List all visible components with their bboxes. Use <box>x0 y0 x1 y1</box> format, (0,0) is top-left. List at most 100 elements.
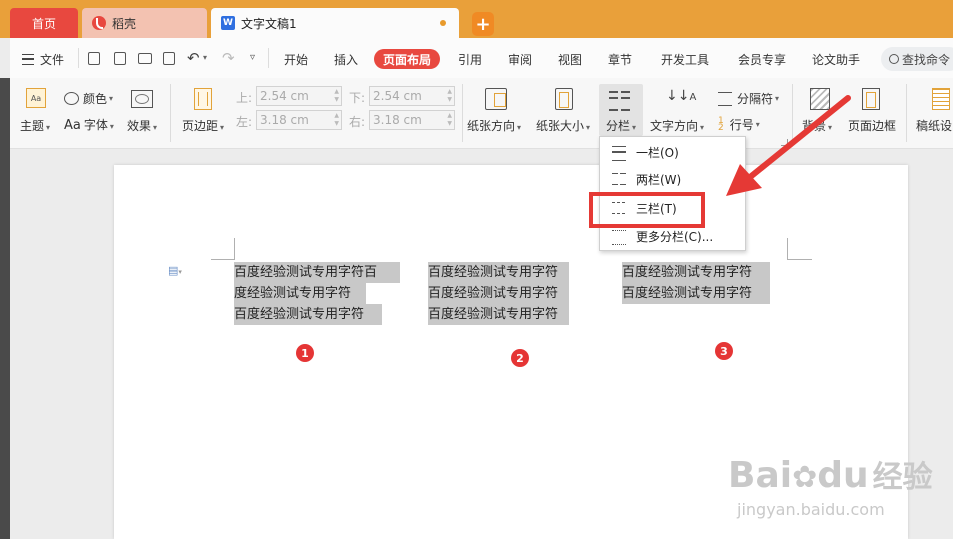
column-2[interactable]: 百度经验测试专用字符 百度经验测试专用字符 百度经验测试专用字符 <box>428 262 569 325</box>
columns-two-label: 两栏(W) <box>636 173 682 187</box>
right-margin-field[interactable]: 3.18 cm ▲ ▼ <box>369 110 455 130</box>
tab-home[interactable]: 首页 <box>10 8 78 38</box>
paper-size-label: 纸张大小 <box>536 119 585 133</box>
margin-caret-icon: ▾ <box>220 123 225 132</box>
tab-home-label: 首页 <box>31 16 56 31</box>
menu-chapter[interactable]: 章节 <box>608 51 632 68</box>
save-icon[interactable] <box>88 52 100 65</box>
menu-home[interactable]: 开始 <box>284 51 308 68</box>
export-pdf-icon[interactable] <box>114 52 126 65</box>
new-tab-button[interactable]: + <box>472 12 494 36</box>
columns-label-wrap: 分栏 ▾ <box>606 117 636 134</box>
margin-mark-tr-v <box>787 238 788 260</box>
undo-dropdown-icon[interactable]: ▾ <box>203 53 207 62</box>
left-margin-value: 3.18 cm <box>260 113 309 127</box>
margin-label: 页边距 <box>182 119 219 133</box>
left-margin-spinner[interactable]: ▲ ▼ <box>334 112 339 128</box>
bottom-margin-label: 下: <box>349 91 366 105</box>
tab-daoke[interactable]: 稻壳 <box>82 8 207 38</box>
left-margin-field[interactable]: 3.18 cm ▲ ▼ <box>256 110 342 130</box>
font-button[interactable]: Aa 字体 ▾ <box>64 116 114 133</box>
menu-insert[interactable]: 插入 <box>334 51 358 68</box>
columns-caret-icon: ▾ <box>632 123 637 132</box>
paw-icon: ✿ <box>792 460 818 495</box>
one-column-icon <box>612 146 626 161</box>
watermark-logo: Bai✿du 经验 <box>728 452 933 496</box>
customize-toolbar-icon[interactable]: ▿ <box>250 52 255 63</box>
orientation-caret-icon: ▾ <box>517 123 522 132</box>
text-line: 百度经验测试专用字符 <box>234 304 382 325</box>
page-border-icon[interactable] <box>862 88 880 110</box>
margin-mark-tr-h <box>788 259 812 260</box>
column-3[interactable]: 百度经验测试专用字符 百度经验测试专用字符 <box>622 262 770 304</box>
unsaved-dot-icon <box>440 20 446 26</box>
daoke-logo-icon <box>92 16 106 30</box>
text-direction-icon[interactable]: ↓↓A <box>666 88 696 104</box>
color-caret-icon: ▾ <box>109 94 114 103</box>
text-line: 百度经验测试专用字符 <box>428 262 569 283</box>
top-margin-field[interactable]: 2.54 cm ▲ ▼ <box>256 86 342 106</box>
color-label: 颜色 <box>83 92 108 106</box>
print-preview-icon[interactable] <box>163 52 175 65</box>
menu-developer[interactable]: 开发工具 <box>661 51 709 68</box>
color-button[interactable]: 颜色 ▾ <box>64 90 113 107</box>
left-margin-label: 左: <box>236 115 253 129</box>
text-line: 百度经验测试专用字符百 <box>234 262 400 283</box>
theme-button[interactable]: 主题 ▾ <box>20 117 50 134</box>
menu-review[interactable]: 审阅 <box>508 51 532 68</box>
menu-references[interactable]: 引用 <box>458 51 482 68</box>
right-margin-spinner[interactable]: ▲ ▼ <box>447 112 452 128</box>
menu-member[interactable]: 会员专享 <box>738 51 786 68</box>
text-line: 百度经验测试专用字符 <box>428 304 569 325</box>
print-icon[interactable] <box>138 53 152 64</box>
text-direction-caret-icon: ▾ <box>700 123 705 132</box>
window-edge <box>0 78 10 539</box>
file-menu-label: 文件 <box>40 53 65 67</box>
manuscript-icon[interactable] <box>932 88 950 110</box>
font-label: 字体 <box>83 118 108 132</box>
theme-icon[interactable]: Aa <box>26 88 46 108</box>
effect-icon[interactable] <box>131 90 153 108</box>
tab-document[interactable]: W 文字文稿1 <box>211 8 459 38</box>
menu-divider <box>78 48 79 68</box>
paper-size-icon[interactable] <box>555 88 573 110</box>
file-menu[interactable]: 文件 <box>22 51 64 68</box>
ribbon-divider-4 <box>906 84 907 142</box>
bottom-margin-field[interactable]: 2.54 cm ▲ ▼ <box>369 86 455 106</box>
top-margin-spinner[interactable]: ▲ ▼ <box>334 88 339 104</box>
bottom-margin-spinner[interactable]: ▲ ▼ <box>447 88 452 104</box>
menu-page-layout[interactable]: 页面布局 <box>374 49 440 69</box>
menu-view[interactable]: 视图 <box>558 51 582 68</box>
undo-icon[interactable]: ↶ <box>187 49 200 67</box>
menu-paper-assistant[interactable]: 论文助手 <box>812 51 860 68</box>
column-1[interactable]: 百度经验测试专用字符百 度经验测试专用字符 百度经验测试专用字符 <box>234 262 400 325</box>
right-margin-label: 右: <box>349 115 366 129</box>
bottom-margin-value: 2.54 cm <box>373 89 422 103</box>
watermark-cn: 经验 <box>872 460 933 495</box>
orientation-label: 纸张方向 <box>467 119 516 133</box>
effect-button[interactable]: 效果 ▾ <box>127 117 157 134</box>
top-margin-value: 2.54 cm <box>260 89 309 103</box>
orientation-icon[interactable] <box>485 88 507 110</box>
ribbon-divider-2 <box>462 84 463 142</box>
annotation-badge-1: 1 <box>296 344 314 362</box>
effect-label: 效果 <box>127 119 152 133</box>
command-search-label: 查找命令 <box>902 52 951 67</box>
new-tab-plus: + <box>475 13 491 35</box>
manuscript-button[interactable]: 稿纸设 <box>916 117 952 134</box>
redo-icon[interactable]: ↷ <box>222 49 235 67</box>
orientation-button[interactable]: 纸张方向 ▾ <box>467 117 521 134</box>
annotation-arrow <box>726 95 851 196</box>
tab-document-label: 文字文稿1 <box>241 16 297 31</box>
text-direction-label: 文字方向 <box>650 119 699 133</box>
arrow-shaft <box>741 95 851 185</box>
text-direction-button[interactable]: 文字方向 ▾ <box>650 117 704 134</box>
paper-size-button[interactable]: 纸张大小 ▾ <box>536 117 590 134</box>
paragraph-handle-icon[interactable]: ▤▾ <box>168 264 182 277</box>
command-search[interactable]: 查找命令 <box>881 47 953 71</box>
top-margin-label: 上: <box>236 91 253 105</box>
margin-button[interactable]: 页边距 ▾ <box>182 117 224 134</box>
effect-caret-icon: ▾ <box>153 123 158 132</box>
tab-daoke-label: 稻壳 <box>112 16 137 31</box>
margin-icon[interactable] <box>194 88 212 110</box>
